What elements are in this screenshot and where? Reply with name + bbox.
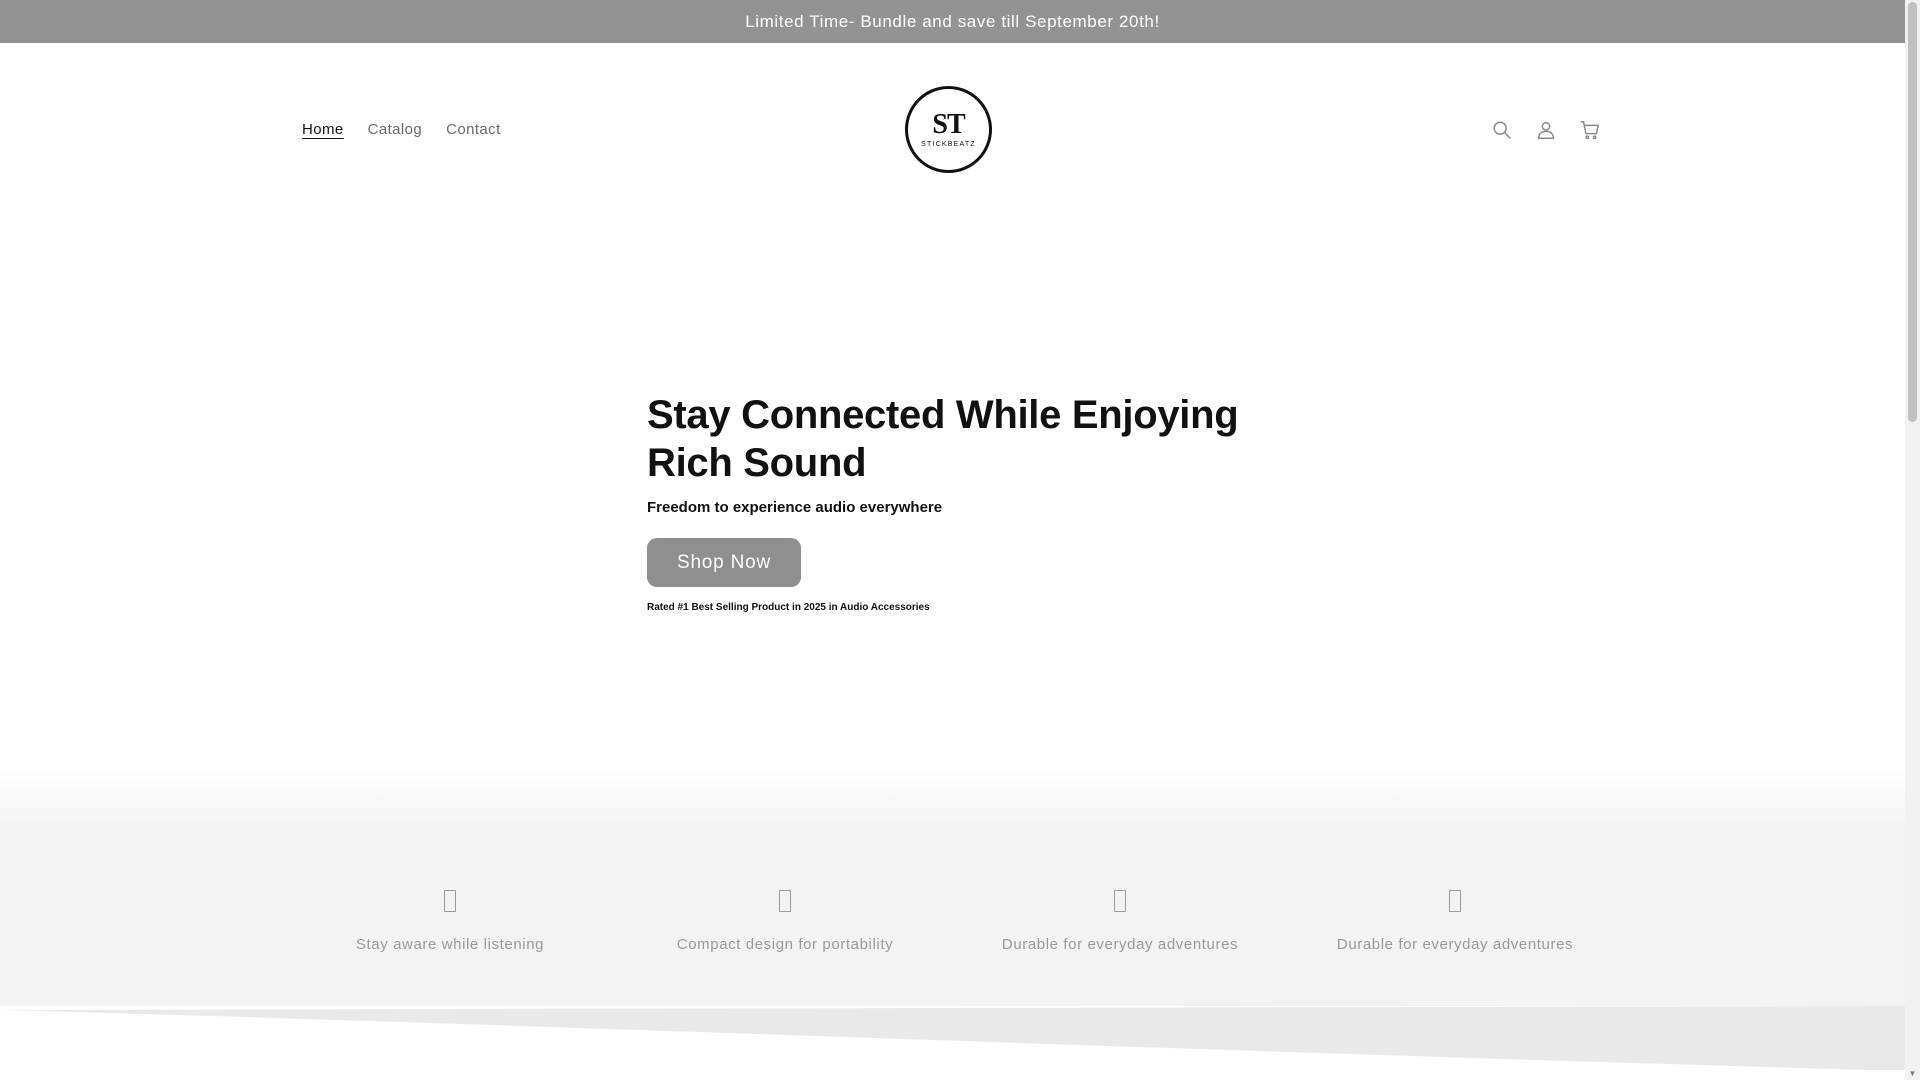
hero-content: Stay Connected While Enjoying Rich Sound…	[647, 391, 1267, 613]
feature-text: Compact design for portability	[676, 936, 894, 953]
feature-icon	[1449, 890, 1461, 912]
features-strip: Stay aware while listening Compact desig…	[0, 828, 1905, 1006]
scroll-down-arrow-icon[interactable]: ▼	[1908, 1069, 1917, 1078]
feature-item: Durable for everyday adventures	[970, 890, 1270, 953]
feature-text: Durable for everyday adventures	[1001, 936, 1239, 953]
feature-text: Durable for everyday adventures	[1336, 936, 1574, 953]
feature-item: Compact design for portability	[635, 890, 935, 953]
logo-wordmark: STICKBEATZ	[921, 141, 976, 148]
feature-item: Durable for everyday adventures	[1305, 890, 1605, 953]
nav-item-contact[interactable]: Contact	[446, 121, 501, 138]
feature-icon	[444, 890, 456, 912]
account-icon	[1537, 121, 1555, 139]
page-scrollbar[interactable]: ▼	[1905, 0, 1920, 1080]
feature-icon	[1114, 890, 1126, 912]
search-button[interactable]	[1489, 117, 1515, 143]
hero-rating: Rated #1 Best Selling Product in 2025 in…	[647, 602, 930, 613]
shop-now-button[interactable]: Shop Now	[647, 538, 801, 587]
header-actions	[1489, 117, 1603, 143]
feature-icon	[779, 890, 791, 912]
announcement-bar: Limited Time- Bundle and save till Septe…	[0, 0, 1905, 43]
hero-banner: Stay Connected While Enjoying Rich Sound…	[0, 218, 1905, 828]
storefront-page: Limited Time- Bundle and save till Septe…	[0, 0, 1920, 1080]
cart-button[interactable]	[1577, 117, 1603, 143]
feature-text: Stay aware while listening	[355, 936, 545, 953]
hero-subtitle: Freedom to experience audio everywhere	[647, 499, 943, 516]
main-nav: Home Catalog Contact	[302, 121, 501, 138]
section-divider-curve	[0, 1006, 1905, 1080]
nav-item-home[interactable]: Home	[302, 121, 344, 138]
account-button[interactable]	[1533, 117, 1559, 143]
feature-item: Stay aware while listening	[300, 890, 600, 953]
scrollbar-thumb[interactable]	[1908, 2, 1917, 422]
hero-title: Stay Connected While Enjoying Rich Sound	[647, 393, 1239, 485]
search-icon	[1493, 121, 1511, 139]
logo-mark: ST	[932, 109, 965, 140]
nav-item-catalog[interactable]: Catalog	[368, 121, 423, 138]
cart-icon	[1580, 121, 1600, 140]
section-fade	[0, 770, 1905, 828]
announcement-text: Limited Time- Bundle and save till Septe…	[745, 11, 1160, 31]
site-header: Home Catalog Contact ST STICKBEATZ	[0, 43, 1905, 218]
brand-logo[interactable]: ST STICKBEATZ	[905, 86, 992, 173]
